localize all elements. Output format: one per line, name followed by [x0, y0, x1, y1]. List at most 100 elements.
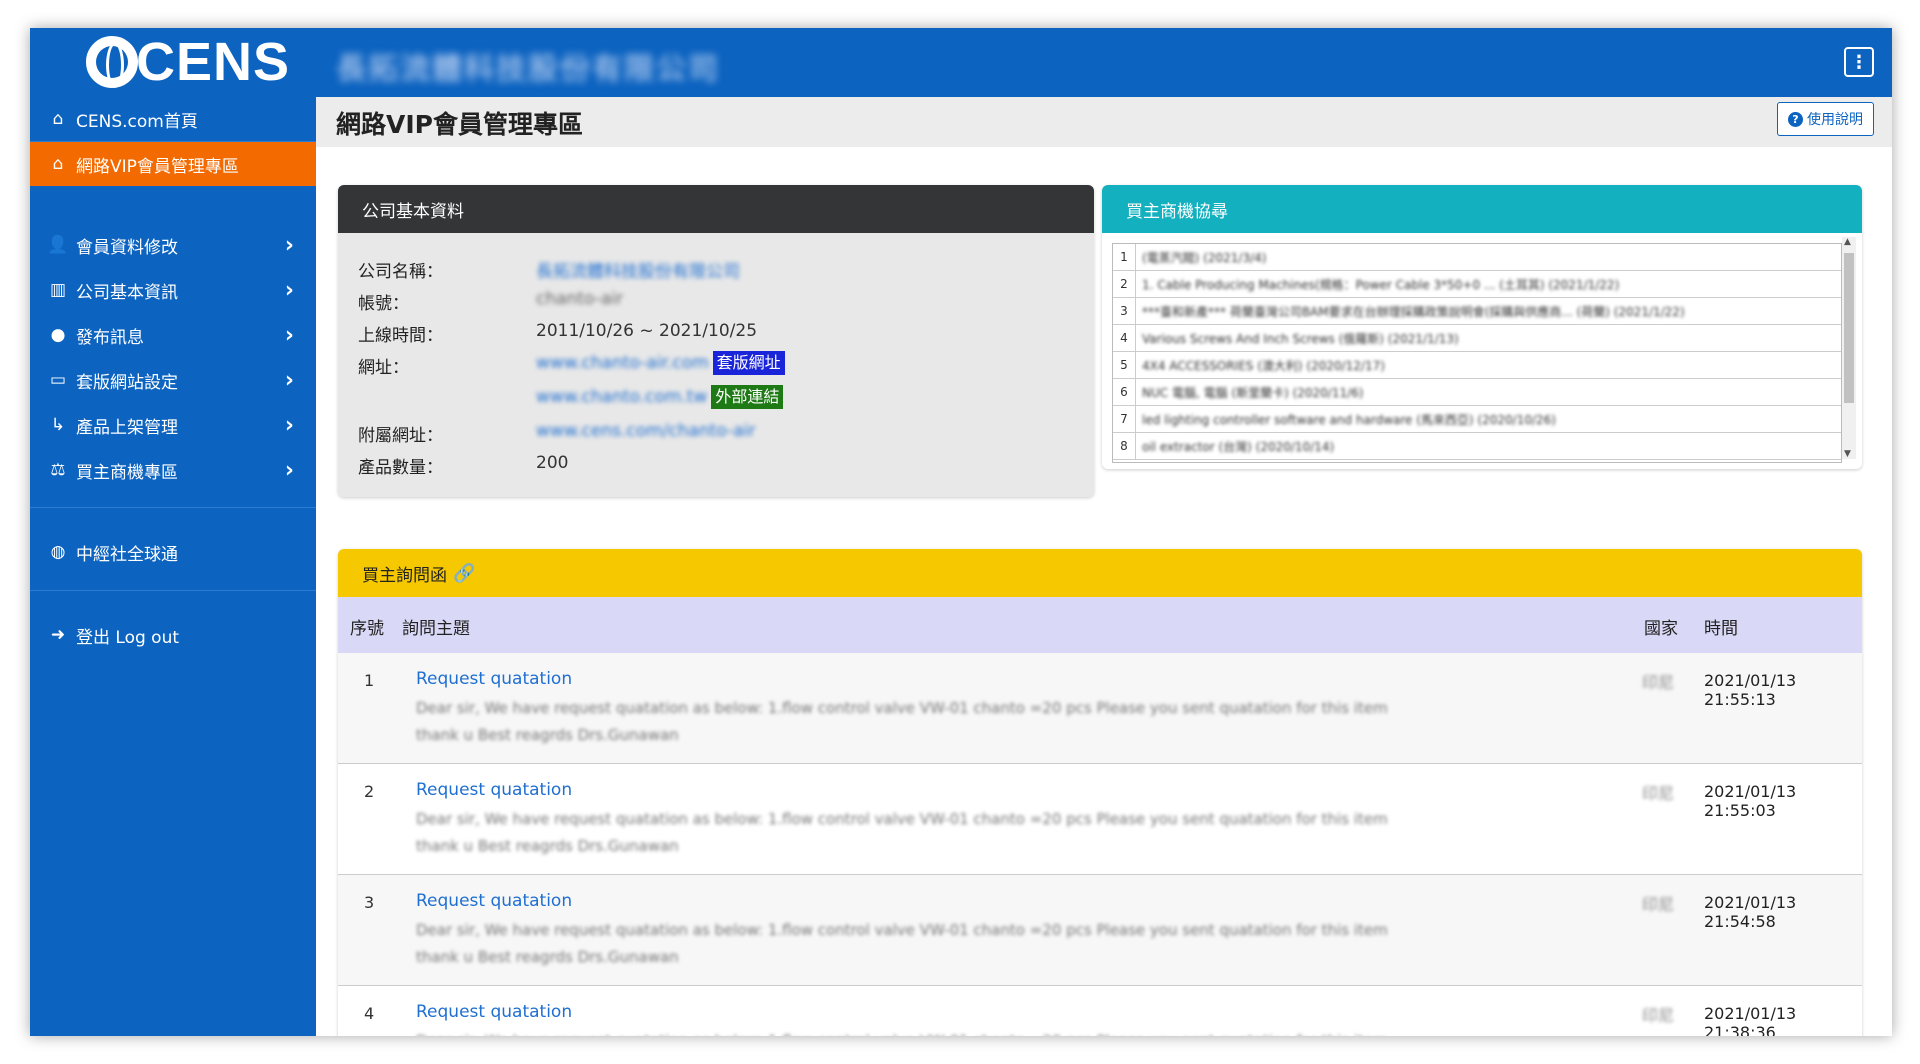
sidebar-item-template-site[interactable]: ▭ 套版網站設定 ›	[30, 358, 316, 402]
sidebar-item-label: 登出 Log out	[76, 627, 180, 648]
table-row[interactable]: 1 Request quatation Dear sir, We have re…	[338, 653, 1862, 764]
label-product-count: 產品數量：	[358, 458, 443, 478]
user-cog-icon: 👤	[47, 235, 69, 255]
scrollbar-thumb[interactable]	[1844, 253, 1854, 403]
inquiry-time: 2021/01/13 21:54:58	[1704, 893, 1797, 931]
buyer-inquiry-card: 買主詢問函 🔗 序號 詢問主題 國家 時間 1 Request quatatio…	[338, 549, 1862, 1036]
inquiry-body: Dear sir, We have request quatation as b…	[416, 699, 1388, 744]
sidebar-item-cens-home[interactable]: ⌂ CENS.com首頁	[30, 97, 316, 141]
inquiry-time: 2021/01/13 21:55:03	[1704, 782, 1797, 820]
buyer-list[interactable]: 1 (電蒸汽閥) (2021/3/4) 2 1. Cable Producing M…	[1112, 243, 1842, 463]
chevron-right-icon: ›	[284, 277, 294, 303]
inquiry-country: 印尼	[1642, 673, 1675, 692]
list-item[interactable]: 4 Various Screws And Inch Screws (俄羅斯) (2…	[1113, 325, 1841, 352]
sidebar-item-post-message[interactable]: ● 發布訊息 ›	[30, 313, 316, 357]
inquiry-body: Dear sir, We have request quatation as b…	[416, 1028, 1416, 1036]
house-icon: ⌂	[52, 154, 64, 174]
list-item[interactable]: 7 led lighting controller software and ha…	[1113, 406, 1841, 433]
sidebar-item-buyer-opportunities[interactable]: ⚖ 買主商機專區 ›	[30, 448, 316, 492]
col-no: 序號	[350, 619, 384, 639]
list-item[interactable]: 6 NUC 電腦, 電腦 (斯里蘭卡) (2020/11/6)	[1113, 379, 1841, 406]
sidebar-item-label: 中經社全球通	[76, 544, 178, 565]
company-card-title: 公司基本資料	[338, 185, 1094, 233]
buyer-opportunity-card: 買主商機協尋 1 (電蒸汽閥) (2021/3/4) 2 1. Cable Prod…	[1102, 185, 1862, 469]
page-title: 網路VIP會員管理專區	[336, 110, 583, 139]
sidebar-item-label: 套版網站設定	[76, 372, 178, 393]
company-info-card: 公司基本資料 公司名稱： 長拓流體科技股份有限公司 帳號： chanto-air…	[338, 185, 1094, 497]
inquiry-subject-link[interactable]: Request quatation	[416, 891, 572, 911]
title-bar: 網路VIP會員管理專區 ? 使用說明	[316, 97, 1892, 147]
account-value: chanto-air	[536, 289, 623, 309]
list-item[interactable]: 5 4X4 ACCESSORIES (澳大利) (2020/12/17)	[1113, 352, 1841, 379]
inquiry-card-header: 買主詢問函 🔗	[338, 549, 1862, 597]
top-header: CENS 長拓流體科技股份有限公司 ⋮	[30, 28, 1892, 97]
divider	[30, 507, 316, 508]
table-row[interactable]: 3 Request quatation Dear sir, We have re…	[338, 875, 1862, 986]
url-row-2: www.chanto.com.tw 外部連結	[536, 385, 784, 409]
sub-url-link[interactable]: www.cens.com/chanto-air	[536, 421, 755, 441]
help-button[interactable]: ? 使用說明	[1777, 102, 1874, 136]
list-item[interactable]: 2 1. Cable Producing Machines(規格：Power Ca…	[1113, 271, 1841, 298]
sidebar-item-product-management[interactable]: ↳ 產品上架管理 ›	[30, 403, 316, 447]
sidebar-item-global-link[interactable]: ◍ 中經社全球通	[30, 530, 316, 574]
inquiry-time: 2021/01/13 21:38:36	[1704, 1004, 1797, 1036]
label-url: 網址：	[358, 358, 409, 378]
kebab-menu-icon[interactable]: ⋮	[1844, 47, 1874, 77]
logout-icon: ➜	[50, 625, 66, 645]
home-icon: ⌂	[52, 109, 64, 129]
globe-logo-icon	[86, 36, 138, 88]
url-row-1: www.chanto-air.com 套版網址	[536, 351, 785, 375]
building-icon: ▥	[49, 280, 67, 300]
sidebar-item-member-edit[interactable]: 👤 會員資料修改 ›	[30, 223, 316, 267]
sidebar-item-label: CENS.com首頁	[76, 111, 198, 132]
app-window: CENS 長拓流體科技股份有限公司 ⋮ ⌂ CENS.com首頁 ⌂ 網路VIP…	[30, 28, 1892, 1036]
sidebar-item-label: 買主商機專區	[76, 462, 178, 483]
buyer-card-title: 買主商機協尋	[1102, 185, 1862, 233]
col-time: 時間	[1704, 619, 1738, 639]
chevron-right-icon: ›	[284, 457, 294, 483]
inquiry-time: 2021/01/13 21:55:13	[1704, 671, 1797, 709]
inquiry-country: 印尼	[1642, 895, 1675, 914]
table-row[interactable]: 4 Request quatation Dear sir, We have re…	[338, 986, 1862, 1036]
table-header: 序號 詢問主題 國家 時間	[338, 597, 1862, 653]
label-online-period: 上線時間：	[358, 326, 443, 346]
sidebar: ⌂ CENS.com首頁 ⌂ 網路VIP會員管理專區 👤 會員資料修改 › ▥ …	[30, 97, 316, 1036]
list-item[interactable]: 8 oil extractor (台灣) (2020/10/14)	[1113, 433, 1841, 460]
sidebar-item-label: 網路VIP會員管理專區	[76, 156, 239, 177]
online-period-value: 2011/10/26 ~ 2021/10/25	[536, 321, 758, 341]
label-account: 帳號：	[358, 294, 409, 314]
question-icon: ?	[1788, 111, 1803, 127]
cens-logo[interactable]: CENS	[86, 34, 290, 90]
list-item[interactable]: 3 ***臺和新產*** 荷蘭臺灣公司BAM要求在台辦理採購政策說明會(採購與供應…	[1113, 298, 1841, 325]
inquiry-subject-link[interactable]: Request quatation	[416, 780, 572, 800]
inquiry-body: Dear sir, We have request quatation as b…	[416, 810, 1388, 855]
link-icon[interactable]: 🔗	[453, 563, 475, 584]
globe-icon: ◍	[50, 542, 66, 562]
sidebar-item-vip-area[interactable]: ⌂ 網路VIP會員管理專區	[30, 142, 316, 186]
col-country: 國家	[1644, 619, 1678, 639]
template-url-link[interactable]: www.chanto-air.com	[536, 353, 709, 373]
sidebar-item-label: 產品上架管理	[76, 417, 178, 438]
sidebar-item-logout[interactable]: ➜ 登出 Log out	[30, 613, 316, 657]
sidebar-item-label: 會員資料修改	[76, 237, 178, 258]
chevron-right-icon: ›	[284, 322, 294, 348]
table-row[interactable]: 2 Request quatation Dear sir, We have re…	[338, 764, 1862, 875]
help-label: 使用說明	[1807, 112, 1863, 128]
list-item[interactable]: 1 (電蒸汽閥) (2021/3/4)	[1113, 244, 1841, 271]
external-url-link[interactable]: www.chanto.com.tw	[536, 387, 707, 407]
chevron-right-icon: ›	[284, 367, 294, 393]
inquiry-card-title: 買主詢問函	[362, 565, 447, 586]
main-content: 網路VIP會員管理專區 ? 使用說明 公司基本資料 公司名稱： 長拓流體科技股份…	[316, 97, 1892, 1036]
chat-icon: ●	[50, 325, 66, 345]
template-url-badge: 套版網址	[712, 351, 785, 375]
scroll-down-icon[interactable]: ▼	[1844, 449, 1851, 459]
sidebar-item-company-info[interactable]: ▥ 公司基本資訊 ›	[30, 268, 316, 312]
buyer-list-scrollbar[interactable]: ▲ ▼	[1842, 237, 1856, 459]
label-company-name: 公司名稱：	[358, 262, 443, 282]
scroll-up-icon[interactable]: ▲	[1844, 237, 1851, 247]
col-subject: 詢問主題	[402, 619, 470, 639]
inquiry-body: Dear sir, We have request quatation as b…	[416, 921, 1388, 966]
scale-icon: ⚖	[50, 460, 66, 480]
inquiry-subject-link[interactable]: Request quatation	[416, 669, 572, 689]
inquiry-subject-link[interactable]: Request quatation	[416, 1002, 572, 1022]
